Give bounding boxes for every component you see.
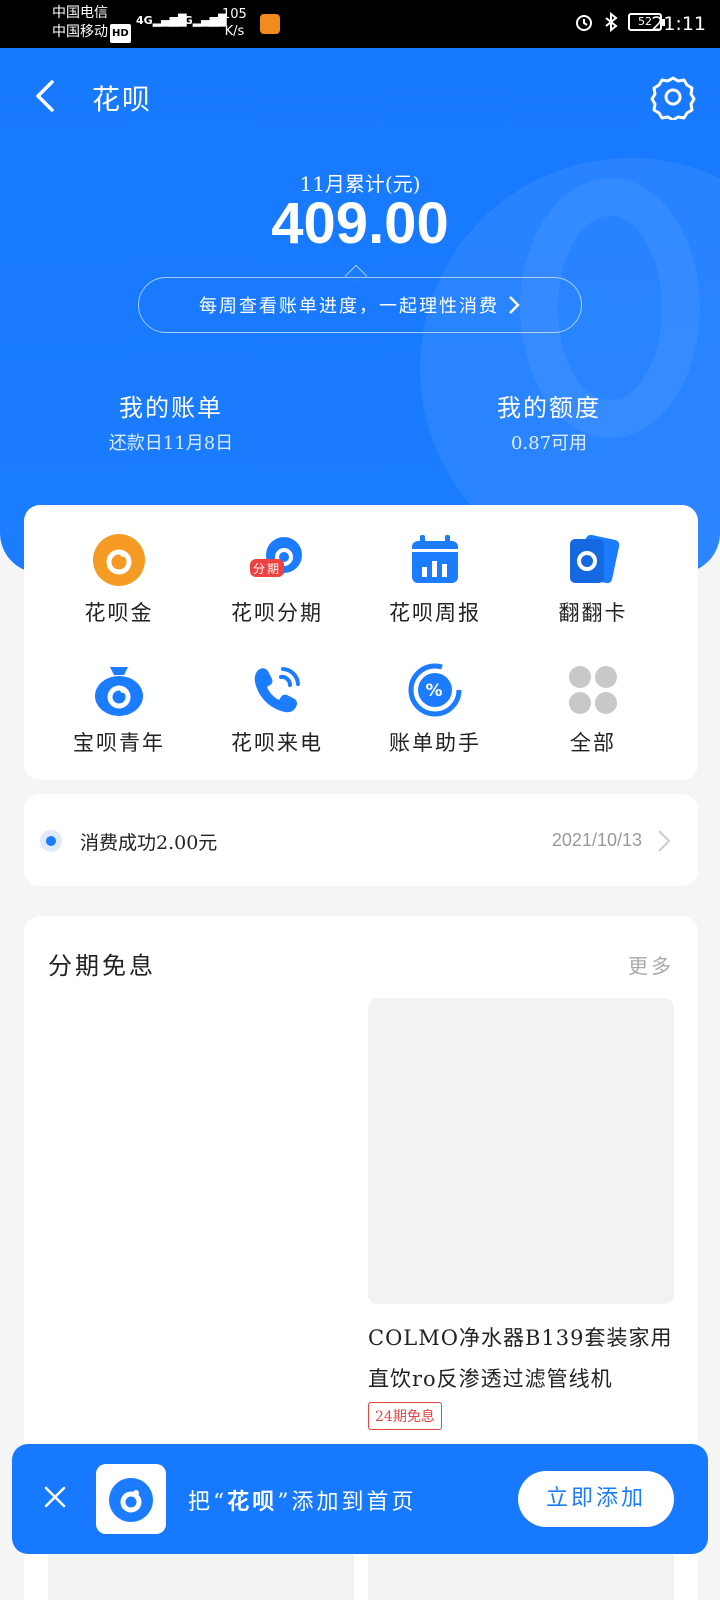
services-grid: 花呗金 分期 花呗分期 花呗周报 翻翻卡 宝呗青年 花呗来电 % 账单助手 全部 — [24, 505, 698, 780]
settings-gear-icon[interactable] — [650, 74, 696, 120]
money-bag-icon — [95, 667, 143, 716]
weekly-prompt-text: 每周查看账单进度，一起理性消费 — [199, 296, 499, 317]
installment-icon: 分期 — [250, 537, 302, 577]
calendar-report-icon — [412, 535, 458, 583]
service-baobei-youth[interactable]: 宝呗青年 — [44, 663, 194, 757]
summary-header: 花呗 11月累计(元) 409.00 每周查看账单进度，一起理性消费 我的账单 … — [0, 48, 720, 573]
svg-text:%: % — [425, 681, 444, 701]
network-speed: 105 K/s — [222, 7, 247, 39]
flip-card-icon — [570, 534, 620, 584]
huabei-gold-icon — [93, 534, 145, 586]
interest-free-tag: 24期免息 — [368, 1402, 442, 1430]
video-app-icon — [260, 14, 280, 34]
notice-dot-icon — [40, 830, 62, 852]
back-icon[interactable] — [26, 76, 66, 116]
huabei-logo-icon — [96, 1464, 166, 1534]
chevron-right-icon — [509, 296, 520, 314]
month-total-amount: 409.00 — [271, 191, 449, 256]
svg-text:分期: 分期 — [253, 562, 281, 576]
carrier-info: 中国电信 中国移动 HD — [52, 4, 131, 43]
service-flip-card[interactable]: 翻翻卡 — [518, 533, 668, 627]
service-bill-assistant[interactable]: % 账单助手 — [360, 663, 510, 757]
chevron-right-icon — [658, 830, 671, 852]
bluetooth-icon — [605, 12, 618, 32]
carrier-1: 中国电信 — [52, 5, 108, 21]
transaction-notice[interactable]: 消费成功2.00元 2021/10/13 — [24, 794, 698, 886]
hd-badge: HD — [110, 24, 131, 43]
product-name[interactable]: COLMO净水器B139套装家用直饮ro反渗透过滤管线机 — [368, 1318, 678, 1400]
status-bar: 中国电信 中国移动 HD 4G▂▄▆█ 4G▂▄▆█ 105 K/s 52 21:… — [0, 0, 720, 48]
section-title: 分期免息 — [48, 952, 156, 980]
banner-text: 把“花呗”添加到首页 — [188, 1489, 417, 1515]
service-huabei-call[interactable]: 花呗来电 — [202, 663, 352, 757]
quota-available: 0.87可用 — [510, 433, 588, 454]
phone-call-icon — [254, 667, 300, 713]
service-installment[interactable]: 分期 花呗分期 — [202, 533, 352, 627]
product-image[interactable] — [368, 998, 674, 1304]
status-icons: 52 — [574, 12, 665, 32]
my-bill-entry[interactable]: 我的账单 还款日11月8日 — [96, 388, 246, 455]
close-icon[interactable] — [40, 1482, 70, 1512]
my-quota-label: 我的额度 — [497, 394, 601, 422]
my-quota-entry[interactable]: 我的额度 0.87可用 — [484, 388, 614, 455]
service-all[interactable]: 全部 — [518, 663, 668, 757]
service-huabei-gold[interactable]: 花呗金 — [44, 533, 194, 627]
signal-icon-2: 4G▂▄▆█ — [176, 14, 227, 27]
page-title: 花呗 — [92, 83, 153, 116]
product-card-placeholder — [48, 1550, 354, 1600]
percent-icon: % — [408, 663, 462, 717]
clock: 21:11 — [651, 13, 706, 35]
more-link[interactable]: 更多 — [628, 950, 674, 979]
repayment-date: 还款日11月8日 — [108, 433, 234, 454]
notice-date: 2021/10/13 — [551, 830, 642, 850]
alarm-icon — [576, 15, 592, 31]
carrier-2: 中国移动 — [52, 24, 108, 40]
weekly-report-prompt[interactable]: 每周查看账单进度，一起理性消费 — [138, 277, 582, 333]
add-now-button[interactable]: 立即添加 — [518, 1471, 674, 1527]
product-card-placeholder — [368, 1550, 674, 1600]
all-grid-icon — [569, 666, 617, 714]
notice-text: 消费成功2.00元 — [80, 832, 218, 854]
my-bill-label: 我的账单 — [119, 394, 223, 422]
service-weekly-report[interactable]: 花呗周报 — [360, 533, 510, 627]
add-to-home-banner: 把“花呗”添加到首页 立即添加 — [12, 1444, 708, 1554]
